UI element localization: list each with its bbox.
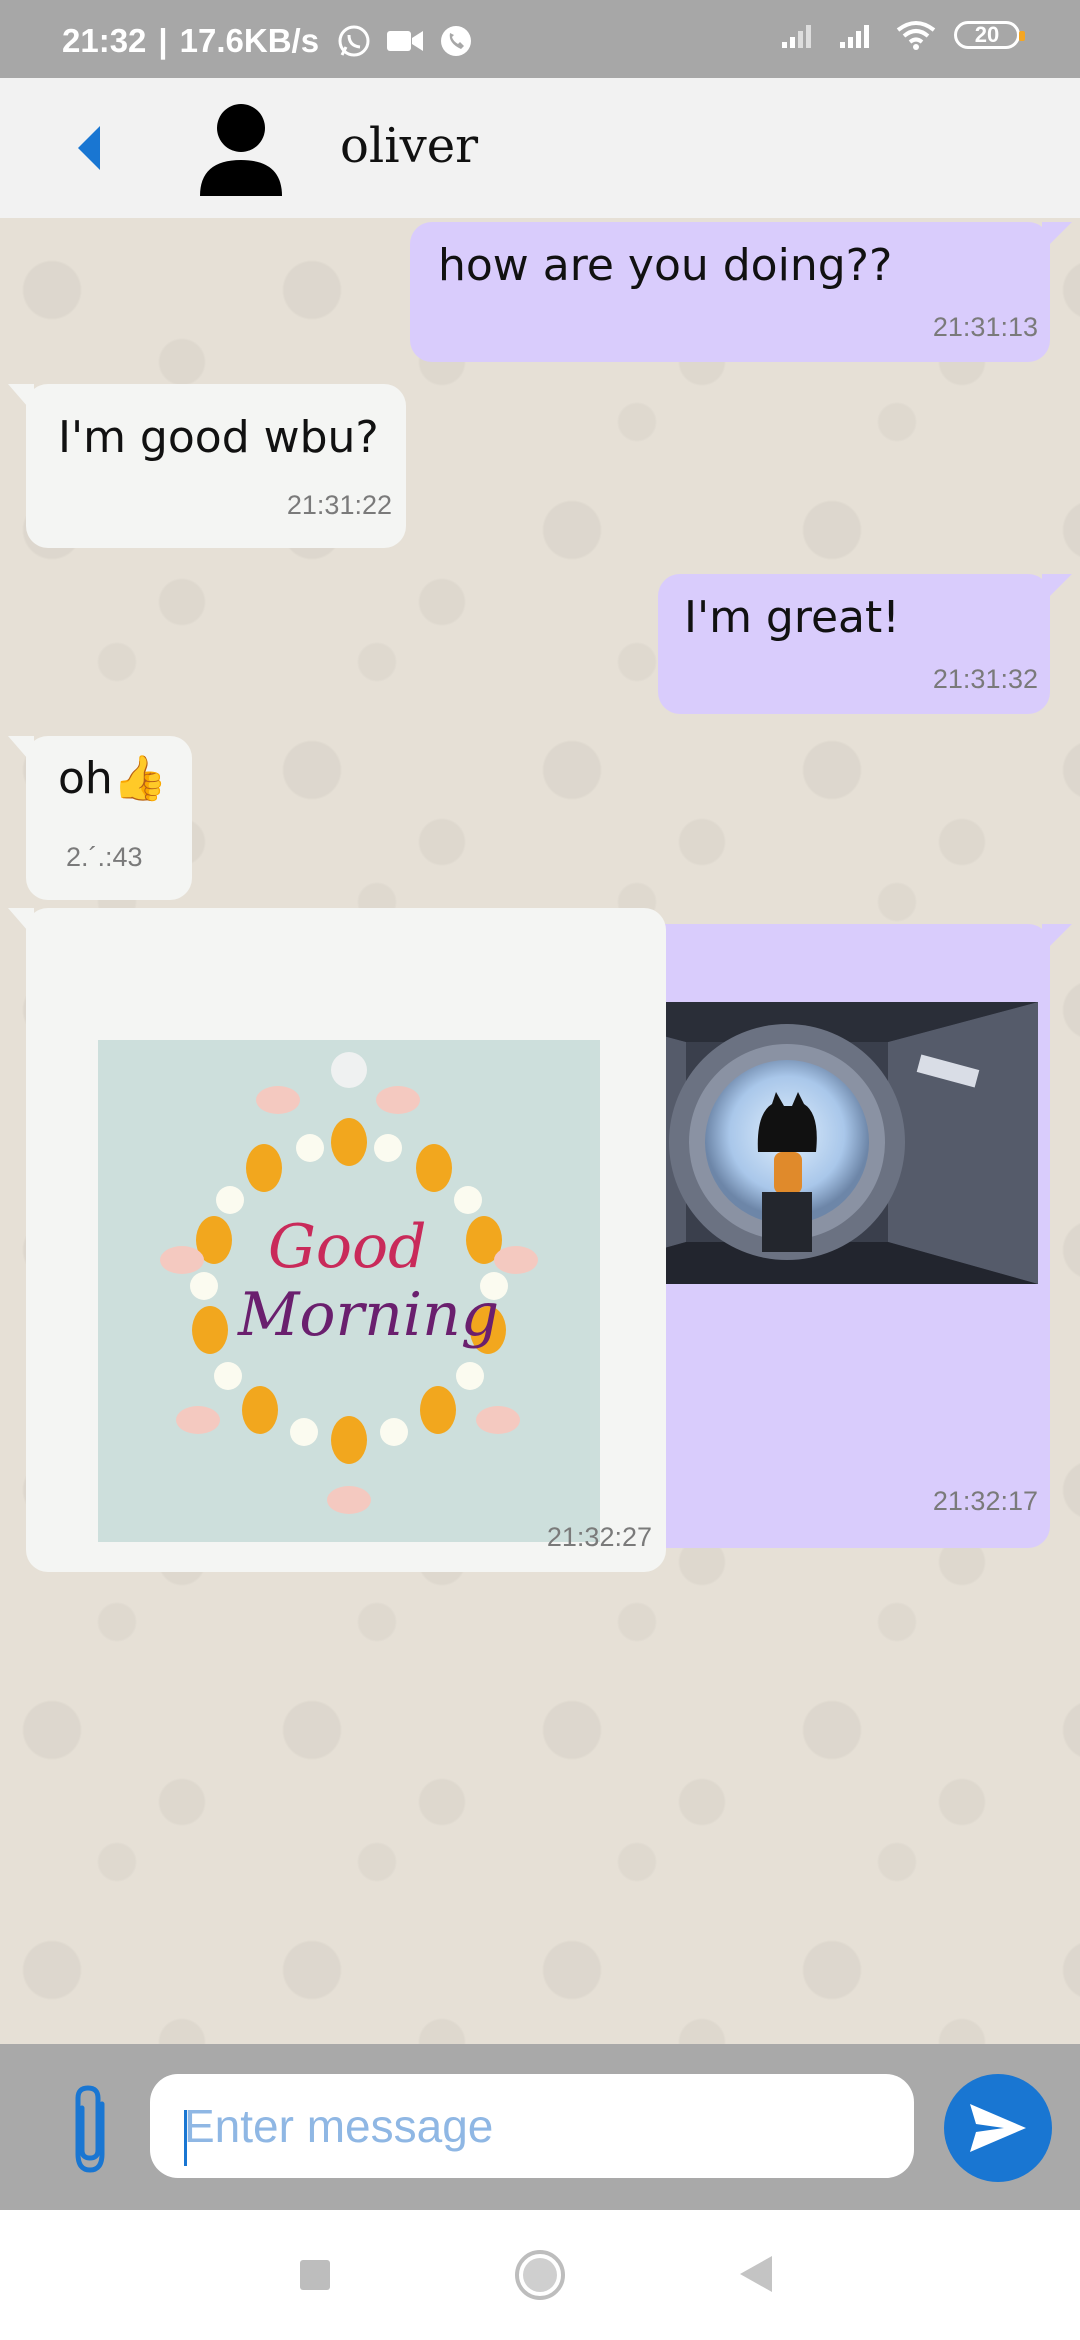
battery-icon: 20 — [954, 21, 1025, 49]
send-button[interactable] — [944, 2074, 1052, 2182]
wifi-icon — [896, 21, 936, 50]
status-left: 21:32 | 17.6KB/s — [62, 22, 473, 60]
message-text: oh👍 — [58, 753, 168, 804]
status-time: 21:32 — [62, 22, 147, 59]
good-morning-flowers-image[interactable]: Good Morning — [98, 1040, 600, 1542]
signal-icon — [782, 25, 811, 48]
message-text: I'm great! — [684, 592, 900, 643]
image-caption-good: Good — [268, 1212, 427, 1282]
battery-level: 20 — [974, 22, 1000, 47]
person-icon[interactable] — [196, 100, 286, 200]
system-nav-bar — [0, 2210, 1080, 2340]
status-bar: 21:32 | 17.6KB/s 20 — [0, 0, 1080, 78]
signal-icon — [840, 25, 869, 48]
status-separator: | — [158, 22, 168, 59]
message-time: 21:31:22 — [286, 490, 392, 520]
message-time: 21:32:27 — [546, 1522, 652, 1552]
message-received[interactable]: oh👍 2.´.:43 — [8, 736, 192, 900]
status-right: 20 — [780, 20, 1025, 50]
message-time: 21:31:32 — [932, 664, 1038, 694]
message-input[interactable] — [150, 2074, 914, 2178]
composer-bar — [0, 2044, 1080, 2210]
send-icon — [970, 2104, 1026, 2152]
chevron-left-icon[interactable] — [70, 120, 120, 176]
message-time: 2.´.:43 — [66, 842, 143, 872]
image-caption-morning: Morning — [238, 1280, 500, 1350]
message-text: I'm good wbu? — [58, 412, 379, 463]
phone-icon — [441, 26, 472, 56]
chat-header: oliver — [0, 78, 1080, 218]
message-sent[interactable]: I'm great! 21:31:32 — [658, 574, 1072, 714]
text-cursor — [184, 2110, 187, 2166]
whatsapp-icon — [338, 25, 370, 57]
contact-name[interactable]: oliver — [340, 118, 478, 174]
message-text: how are you doing?? — [438, 240, 893, 291]
message-time: 21:32:17 — [932, 1486, 1038, 1516]
recents-square-icon[interactable] — [300, 2260, 330, 2290]
message-received-image[interactable]: Good Morning 21:32:27 — [8, 908, 666, 1572]
notification-icons — [337, 24, 473, 58]
chat-area[interactable]: how are you doing?? 21:31:13 I'm good wb… — [0, 218, 1080, 2044]
back-triangle-icon[interactable] — [740, 2256, 772, 2292]
video-call-icon — [387, 31, 424, 51]
message-sent[interactable]: how are you doing?? 21:31:13 — [410, 222, 1072, 362]
home-circle-icon[interactable] — [515, 2250, 565, 2300]
paperclip-icon[interactable] — [62, 2084, 118, 2176]
message-time: 21:31:13 — [932, 312, 1038, 342]
network-speed: 17.6KB/s — [179, 22, 320, 59]
message-received[interactable]: I'm good wbu? 21:31:22 — [8, 384, 406, 548]
